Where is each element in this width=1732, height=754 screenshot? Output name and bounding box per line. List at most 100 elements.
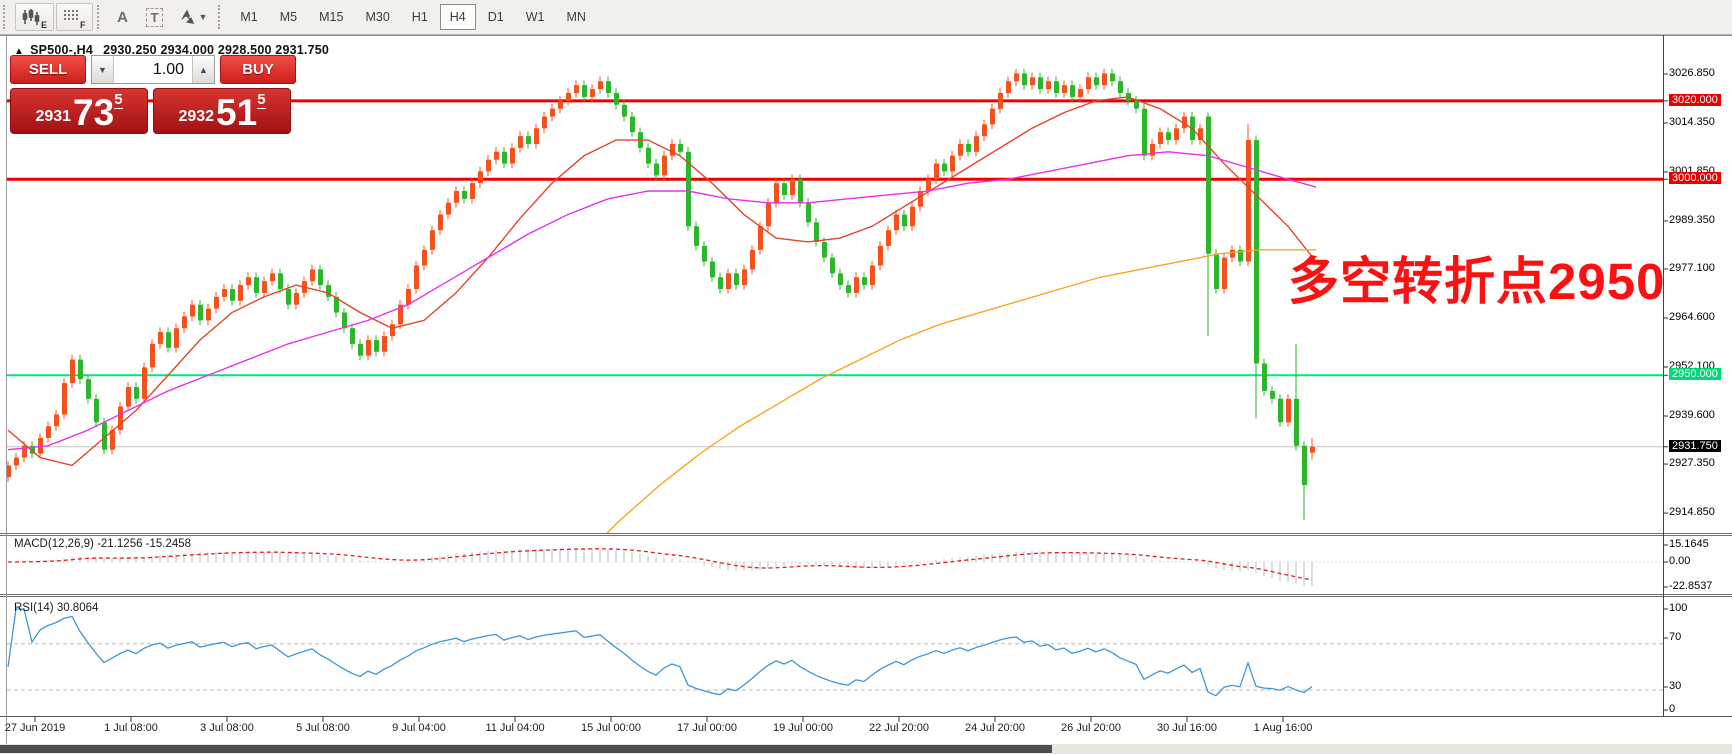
candle <box>422 245 427 270</box>
cursor-tool-button[interactable]: A <box>109 3 137 31</box>
candle <box>238 280 243 305</box>
candle <box>390 320 395 341</box>
date-label: 22 Jul 20:00 <box>869 722 929 734</box>
text-label-tool-button[interactable]: T <box>139 3 171 31</box>
date-label: 19 Jul 00:00 <box>773 722 833 734</box>
candle <box>502 147 507 168</box>
date-label: 11 Jul 04:00 <box>485 722 544 734</box>
candle <box>1062 80 1067 97</box>
volume-decrease-button[interactable]: ▼ <box>92 56 114 83</box>
candle <box>598 77 603 94</box>
candle <box>398 300 403 329</box>
toolbar: E F A T <box>0 0 1732 35</box>
candle <box>166 327 171 352</box>
candle <box>262 276 267 297</box>
candle <box>646 143 651 168</box>
candle <box>1150 139 1155 160</box>
sell-button[interactable]: SELL <box>10 55 86 84</box>
volume-input[interactable] <box>114 56 192 83</box>
candle <box>486 155 491 176</box>
candle <box>1102 69 1107 90</box>
candle <box>1014 69 1019 86</box>
candle <box>78 355 83 384</box>
candle <box>1310 438 1315 460</box>
candle <box>214 292 219 313</box>
candle <box>254 273 259 298</box>
ma-slow-line <box>540 250 1316 599</box>
date-label: 3 Jul 08:00 <box>200 722 254 734</box>
timeframe-button-mn[interactable]: MN <box>557 4 596 30</box>
timeframe-button-w1[interactable]: W1 <box>516 4 555 30</box>
candle <box>526 131 531 148</box>
candle <box>1086 73 1091 94</box>
chart-type-button[interactable]: E <box>15 3 54 31</box>
rsi-axis-label: 0 <box>1669 703 1675 715</box>
candle <box>862 273 867 290</box>
candle <box>950 151 955 176</box>
candle <box>142 363 147 404</box>
date-label: 17 Jul 00:00 <box>677 722 737 734</box>
arrow-objects-button[interactable]: ▼ <box>172 3 214 31</box>
candle <box>694 222 699 251</box>
toolbar-drag-handle[interactable] <box>97 5 105 29</box>
timeframe-button-m15[interactable]: M15 <box>309 4 353 30</box>
candle <box>1222 253 1227 294</box>
candle <box>518 131 523 152</box>
timeframe-button-m5[interactable]: M5 <box>270 4 307 30</box>
candle <box>966 139 971 156</box>
date-label: 1 Aug 16:00 <box>1254 722 1313 734</box>
horizontal-scrollbar[interactable] <box>0 744 1732 754</box>
candle <box>54 410 59 431</box>
timeframe-button-h4[interactable]: H4 <box>440 4 476 30</box>
candle <box>918 186 923 211</box>
candle <box>750 245 755 274</box>
scrollbar-thumb[interactable] <box>0 745 1052 753</box>
candle <box>1174 124 1179 145</box>
rsi-pane <box>7 609 1663 696</box>
candle <box>614 88 619 109</box>
rsi-axis-label: 70 <box>1669 631 1681 643</box>
date-label: 5 Jul 08:00 <box>296 722 350 734</box>
candle <box>198 300 203 325</box>
candle <box>782 178 787 199</box>
data-window-button[interactable]: F <box>56 3 93 31</box>
candle <box>126 382 131 411</box>
candle <box>294 288 299 309</box>
candle <box>438 210 443 235</box>
candle <box>742 265 747 290</box>
candle <box>958 139 963 160</box>
toolbar-drag-handle[interactable] <box>3 5 11 29</box>
timeframe-button-m1[interactable]: M1 <box>230 4 267 30</box>
candle <box>454 186 459 207</box>
price-chart[interactable] <box>0 35 1732 754</box>
arrows-icon <box>179 10 195 24</box>
buy-button[interactable]: BUY <box>220 55 296 84</box>
buy-price-fraction: 5 <box>257 91 265 109</box>
rsi-line <box>8 609 1312 696</box>
candle <box>1094 73 1099 90</box>
candle <box>1038 73 1043 94</box>
candle <box>1006 77 1011 98</box>
buy-price-tile[interactable]: 2932 51 5 <box>153 88 291 134</box>
rsi-axis-label: 30 <box>1669 680 1681 692</box>
candle <box>854 273 859 298</box>
timeframe-button-h1[interactable]: H1 <box>402 4 438 30</box>
toolbar-drag-handle[interactable] <box>218 5 226 29</box>
volume-increase-button[interactable]: ▲ <box>192 56 214 83</box>
candle <box>118 402 123 435</box>
candle <box>174 324 179 353</box>
candle <box>534 124 539 149</box>
sell-price-tile[interactable]: 2931 73 5 <box>10 88 148 134</box>
timeframe-button-d1[interactable]: D1 <box>478 4 514 30</box>
candle <box>942 159 947 176</box>
candle <box>1054 77 1059 98</box>
candle <box>830 253 835 278</box>
price-level-badge: 2950.000 <box>1669 368 1721 380</box>
price-level-badge: 2931.750 <box>1669 440 1721 452</box>
chart-annotation-text[interactable]: 多空转折点2950 <box>1288 240 1665 314</box>
candle <box>702 241 707 266</box>
candle <box>310 265 315 286</box>
candle <box>46 422 51 443</box>
timeframe-button-m30[interactable]: M30 <box>355 4 399 30</box>
macd-axis-label: -22.8537 <box>1669 580 1712 592</box>
